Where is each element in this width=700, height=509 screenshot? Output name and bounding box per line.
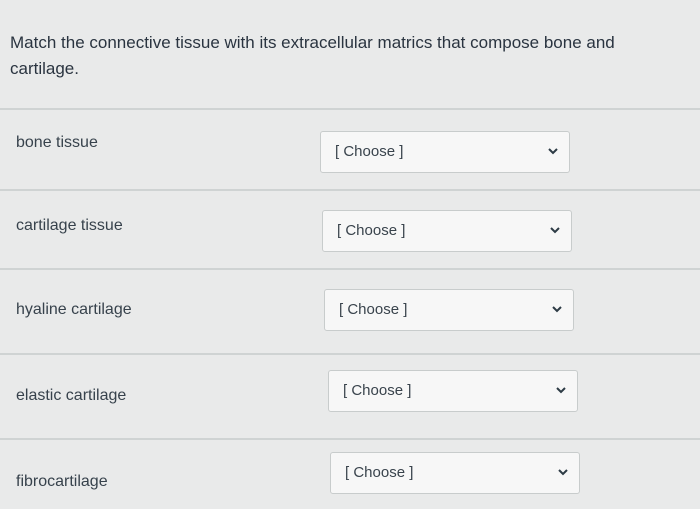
select-value: [ Choose ] (337, 222, 406, 239)
row-divider (0, 268, 700, 270)
select-value: [ Choose ] (335, 143, 404, 160)
select-value: [ Choose ] (345, 464, 414, 481)
answer-select[interactable]: [ Choose ] (322, 210, 572, 252)
select-value: [ Choose ] (339, 301, 408, 318)
chevron-down-icon (556, 387, 566, 394)
chevron-down-icon (548, 148, 558, 155)
answer-select[interactable]: [ Choose ] (328, 370, 578, 412)
row-divider (0, 438, 700, 440)
question-text: Match the connective tissue with its ext… (10, 33, 615, 78)
match-label: elastic cartilage (16, 387, 127, 404)
match-label: hyaline cartilage (16, 301, 132, 318)
row-divider (0, 189, 700, 191)
match-label: cartilage tissue (16, 217, 123, 234)
chevron-down-icon (550, 227, 560, 234)
match-label: fibrocartilage (16, 473, 108, 490)
answer-select[interactable]: [ Choose ] (330, 452, 580, 494)
chevron-down-icon (558, 469, 568, 476)
select-value: [ Choose ] (343, 382, 412, 399)
answer-select[interactable]: [ Choose ] (324, 289, 574, 331)
match-label: bone tissue (16, 134, 98, 151)
top-divider (0, 108, 700, 110)
row-divider (0, 353, 700, 355)
answer-select[interactable]: [ Choose ] (320, 131, 570, 173)
chevron-down-icon (552, 306, 562, 313)
